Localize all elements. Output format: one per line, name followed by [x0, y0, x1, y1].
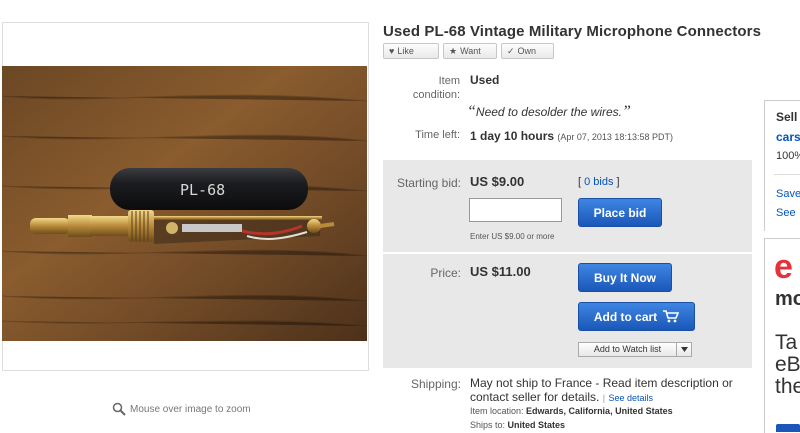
seller-divider: [774, 174, 800, 175]
want-label: Want: [460, 46, 481, 56]
ad-subtitle: mo: [775, 288, 800, 310]
place-bid-label: Place bid: [593, 205, 647, 220]
item-title: Used PL-68 Vintage Military Microphone C…: [383, 23, 762, 40]
item-location: Item location: Edwards, California, Unit…: [470, 406, 673, 416]
seller-heading: Sell: [776, 110, 798, 124]
ad-text: Ta eB the: [775, 332, 800, 398]
time-left: 1 day 10 hours (Apr 07, 2013 18:13:58 PD…: [470, 129, 673, 143]
ad-logo-letter: e: [774, 248, 793, 286]
shipping-text-line1: May not ship to France - Read item descr…: [470, 376, 733, 390]
shipping-text-line2-main: contact seller for details.: [470, 390, 600, 404]
close-quote: ”: [622, 103, 631, 120]
condition-label-line1: Item: [438, 75, 460, 87]
zoom-hint: Mouse over image to zoom: [112, 402, 251, 416]
ad-text-line1: Ta: [775, 331, 798, 354]
like-label: Like: [397, 46, 414, 56]
shipping-label: Shipping:: [410, 377, 461, 391]
own-label: Own: [517, 46, 537, 56]
bid-amount-input[interactable]: [469, 198, 562, 222]
ad-text-line2: eB: [775, 353, 800, 376]
see-details-link[interactable]: See details: [608, 393, 653, 403]
magnifier-icon: [112, 402, 126, 416]
condition-note-text: Need to desolder the wires.: [475, 105, 622, 119]
zoom-hint-text: Mouse over image to zoom: [130, 403, 251, 415]
add-to-cart-label: Add to cart: [593, 309, 658, 324]
buy-it-now-button[interactable]: Buy It Now: [578, 263, 672, 292]
add-to-watchlist-button[interactable]: Add to Watch list: [578, 342, 692, 357]
heart-icon: ♥: [389, 46, 395, 56]
ad-text-line3: the: [775, 375, 800, 398]
shipping-text-line2: contact seller for details. | See detail…: [470, 390, 653, 404]
starting-bid-amount: US $9.00: [470, 174, 525, 189]
want-button[interactable]: ★ Want: [443, 43, 497, 59]
star-icon: ★: [449, 45, 458, 56]
bid-count: [ 0 bids ]: [578, 176, 620, 188]
ad-button[interactable]: [776, 424, 800, 432]
price-amount: US $11.00: [470, 264, 531, 279]
place-bid-button[interactable]: Place bid: [578, 198, 662, 227]
ships-to-label: Ships to:: [470, 420, 506, 430]
like-button[interactable]: ♥ Like: [383, 43, 439, 59]
seller-feedback: 100%: [776, 150, 800, 162]
time-left-value: 1 day 10 hours: [470, 129, 555, 143]
item-location-label: Item location:: [470, 406, 524, 416]
add-to-cart-button[interactable]: Add to cart: [578, 302, 695, 331]
time-left-label: Time left:: [415, 129, 460, 141]
shipping-text: May not ship to France - Read item descr…: [470, 376, 733, 405]
cart-icon: [663, 310, 680, 323]
buy-it-now-label: Buy It Now: [594, 270, 656, 285]
bid-hint: Enter US $9.00 or more: [470, 232, 555, 241]
checkmark-icon: ✓: [507, 45, 515, 56]
own-button[interactable]: ✓ Own: [501, 43, 554, 59]
ships-to-value: United States: [507, 420, 566, 430]
item-location-value: Edwards, California, United States: [526, 406, 673, 416]
cap-label: PL-68: [180, 181, 225, 199]
condition-label-line2: condition:: [412, 89, 460, 101]
item-photo-graphic: PL-68: [2, 66, 367, 341]
starting-bid-label: Starting bid:: [396, 176, 461, 190]
price-label: Price:: [430, 266, 461, 280]
item-photo[interactable]: PL-68: [2, 66, 367, 341]
bid-count-link[interactable]: 0 bids: [584, 176, 613, 188]
open-quote: “: [467, 103, 476, 120]
condition-value: Used: [470, 73, 500, 87]
save-seller-link[interactable]: Save: [776, 188, 800, 200]
condition-label: Item condition:: [392, 74, 460, 102]
chevron-down-icon[interactable]: [676, 343, 691, 356]
seller-name-link[interactable]: cars: [776, 130, 800, 144]
ships-to: Ships to: United States: [470, 420, 565, 430]
bid-panel: [383, 160, 752, 252]
see-other-items-link[interactable]: See: [776, 207, 796, 219]
watchlist-label: Add to Watch list: [593, 344, 662, 354]
condition-note: “Need to desolder the wires.”: [467, 103, 631, 121]
time-left-detail: (Apr 07, 2013 18:13:58 PDT): [557, 132, 673, 142]
